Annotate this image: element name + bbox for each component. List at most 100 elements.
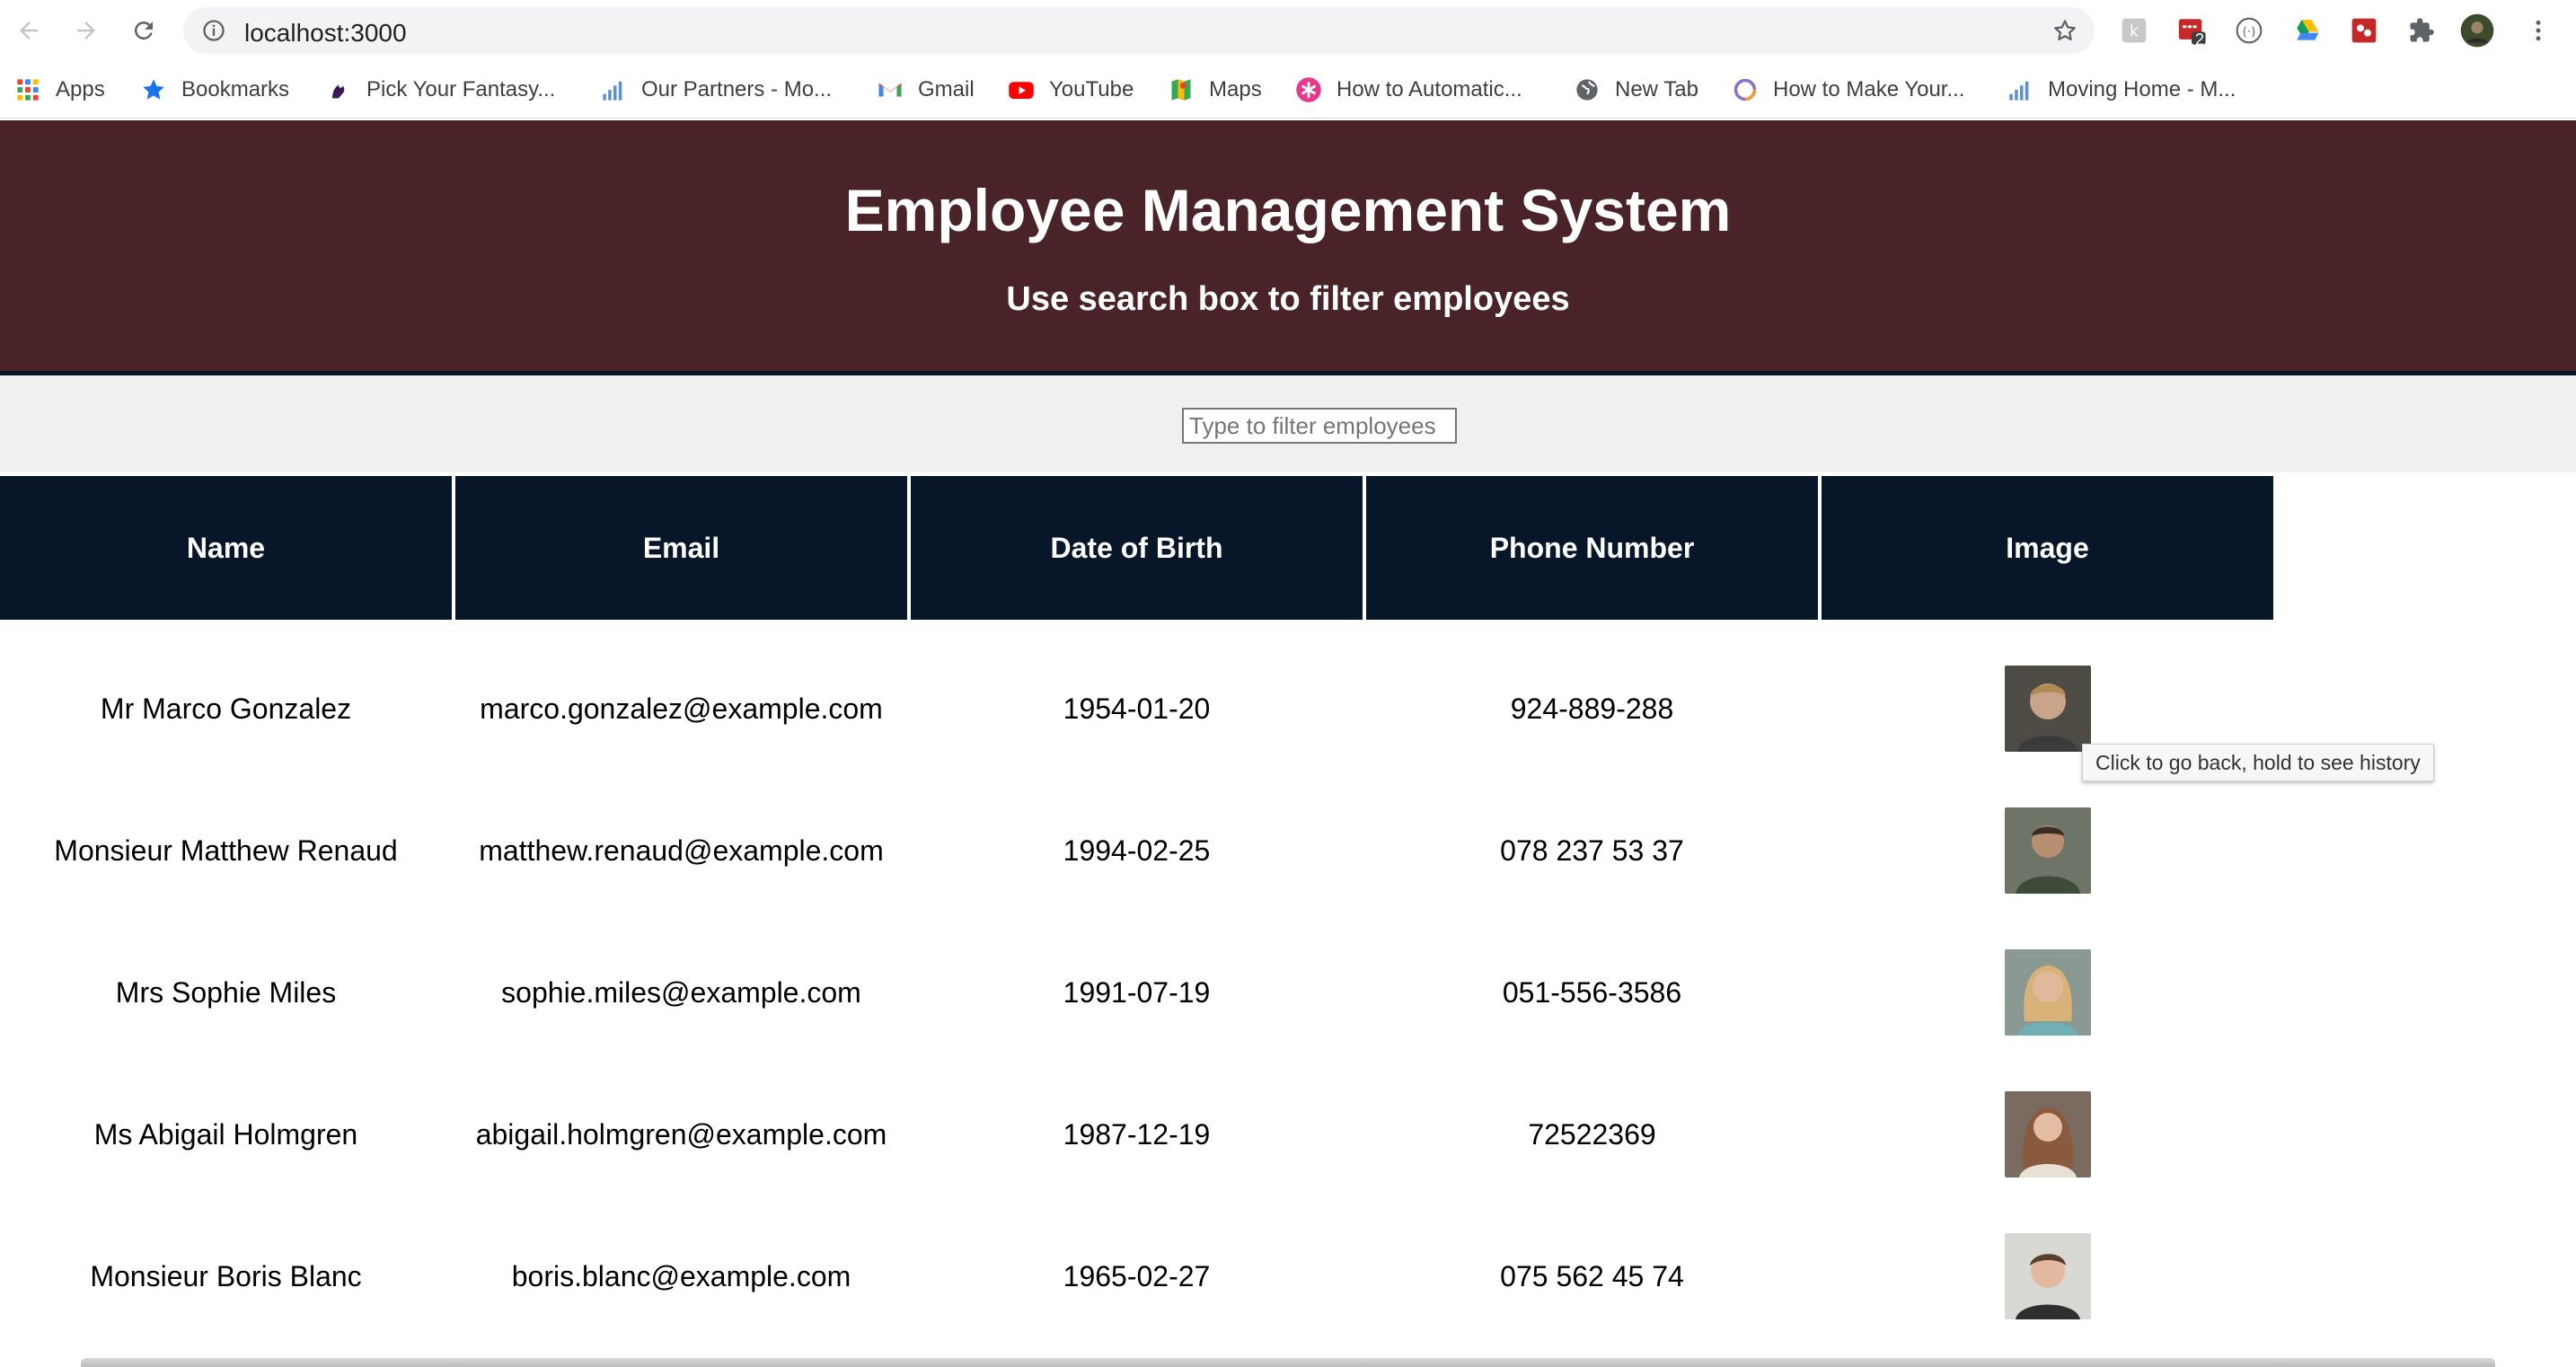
employee-image-cell	[1822, 1205, 2273, 1347]
filter-input[interactable]	[1182, 408, 1457, 444]
bookmark-label: New Tab	[1615, 77, 1698, 101]
bookmark-apps[interactable]: Apps	[14, 72, 105, 108]
employee-avatar	[2004, 666, 2091, 752]
employee-name: Ms Abigail Holmgren	[93, 1117, 358, 1151]
bookmark-star-icon[interactable]	[2051, 17, 2078, 49]
employee-email: matthew.renaud@example.com	[479, 833, 884, 867]
employee-email: marco.gonzalez@example.com	[480, 692, 883, 725]
bookmark-partners[interactable]: Our Partners - Mo...	[600, 72, 832, 108]
bookmark-label: Maps	[1209, 77, 1262, 101]
apps-grid-icon	[14, 76, 41, 103]
column-header-dob[interactable]: Date of Birth	[911, 476, 1363, 620]
browser-menu-icon[interactable]	[2520, 13, 2556, 49]
bookmark-maps[interactable]: Maps	[1168, 72, 1262, 108]
employee-phone: 051-556-3586	[1502, 975, 1682, 1009]
address-bar[interactable]: localhost:3000	[183, 7, 2095, 54]
employee-dob: 1987-12-19	[1063, 1117, 1211, 1151]
column-header-email[interactable]: Email	[455, 476, 907, 620]
employee-dob: 1954-01-20	[1063, 692, 1211, 725]
browser-toolbar: localhost:3000 k 2 (·)	[0, 0, 2576, 61]
table-row: Monsieur Boris Blanc boris.blanc@example…	[0, 1205, 2273, 1347]
info-icon[interactable]	[201, 18, 226, 48]
employee-image-cell	[1822, 922, 2273, 1063]
arrow-right-icon	[77, 22, 95, 40]
table-row: Ms Abigail Holmgren abigail.holmgren@exa…	[0, 1063, 2273, 1205]
employee-dob: 1994-02-25	[1063, 833, 1211, 867]
extension-red-icon[interactable]: 2	[2174, 13, 2210, 49]
page-title: Employee Management System	[844, 177, 1732, 243]
table-row: Mr Marco Gonzalez marco.gonzalez@example…	[0, 620, 2273, 780]
star-icon	[140, 76, 167, 103]
employee-phone: 078 237 53 37	[1500, 833, 1684, 867]
back-button[interactable]	[11, 13, 47, 49]
employee-image-cell	[1822, 1063, 2273, 1205]
youtube-icon	[1008, 76, 1035, 103]
bookmark-label: How to Automatic...	[1337, 77, 1522, 101]
window-edge	[81, 1358, 2495, 1367]
back-button-tooltip: Click to go back, hold to see history	[2082, 744, 2434, 781]
bookmark-bookmarks[interactable]: Bookmarks	[140, 72, 289, 108]
extension-puzzle-red-icon[interactable]	[2346, 13, 2382, 49]
column-header-phone[interactable]: Phone Number	[1366, 476, 1818, 620]
employee-dob: 1965-02-27	[1063, 1259, 1211, 1292]
bookmark-label: Our Partners - Mo...	[641, 77, 833, 101]
bookmark-new-tab[interactable]: New Tab	[1574, 72, 1698, 108]
reload-button[interactable]	[126, 13, 162, 49]
extensions-puzzle-icon[interactable]	[2404, 13, 2439, 49]
arrow-left-icon	[20, 22, 38, 40]
bookmarks-bar: Apps Bookmarks Pick Your Fantasy... Our …	[0, 61, 2576, 119]
bookmark-fantasy[interactable]: Pick Your Fantasy...	[325, 72, 555, 108]
column-header-image: Image	[1822, 476, 2273, 620]
premier-league-icon	[325, 76, 352, 103]
bookmark-youtube[interactable]: YouTube	[1008, 72, 1134, 108]
employee-name: Monsieur Boris Blanc	[90, 1259, 362, 1292]
maps-icon	[1168, 76, 1195, 103]
globe-icon	[1574, 76, 1601, 103]
employee-email: abigail.holmgren@example.com	[475, 1117, 887, 1151]
extension-brackets-icon[interactable]: (·)	[2231, 13, 2267, 49]
svg-text:(·): (·)	[2243, 25, 2256, 39]
bookmark-label: Moving Home - M...	[2048, 77, 2236, 101]
table-row: Mrs Sophie Miles sophie.miles@example.co…	[0, 922, 2273, 1063]
profile-avatar[interactable]	[2459, 13, 2495, 49]
employee-name: Monsieur Matthew Renaud	[54, 833, 398, 867]
bookmark-label: Apps	[56, 77, 105, 101]
employee-phone: 72522369	[1528, 1117, 1656, 1151]
employee-phone: 924-889-288	[1510, 692, 1674, 725]
bookmark-label: Bookmarks	[181, 77, 290, 101]
asterisk-icon	[1295, 76, 1322, 103]
employee-image-cell	[1822, 780, 2273, 922]
page-subtitle: Use search box to filter employees	[1006, 280, 1570, 318]
bookmark-label: Gmail	[918, 77, 975, 101]
bookmark-label: How to Make Your...	[1773, 77, 1965, 101]
employee-email: sophie.miles@example.com	[501, 975, 861, 1009]
url-text: localhost:3000	[244, 19, 407, 47]
extension-k-icon[interactable]: k	[2116, 13, 2152, 49]
employee-avatar	[2004, 807, 2091, 894]
employee-avatar	[2004, 949, 2091, 1036]
table-header-row: Name Email Date of Birth Phone Number Im…	[0, 476, 2273, 620]
bookmark-moving-home[interactable]: Moving Home - M...	[2007, 72, 2236, 108]
ring-icon	[1732, 76, 1759, 103]
employee-email: boris.blanc@example.com	[511, 1259, 851, 1292]
employee-dob: 1991-07-19	[1063, 975, 1211, 1009]
employee-avatar	[2004, 1091, 2091, 1177]
filter-bar	[0, 375, 2576, 472]
bar-chart-icon	[2007, 76, 2033, 103]
employee-name: Mrs Sophie Miles	[115, 975, 337, 1009]
forward-button[interactable]	[68, 13, 104, 49]
bookmark-automatic[interactable]: How to Automatic...	[1295, 72, 1522, 108]
bookmark-gmail[interactable]: Gmail	[877, 72, 975, 108]
gmail-icon	[877, 76, 904, 103]
extension-badge: 2	[2195, 31, 2205, 49]
bookmark-make-your[interactable]: How to Make Your...	[1732, 72, 1964, 108]
app-header: Employee Management System Use search bo…	[0, 120, 2576, 375]
bar-chart-icon	[600, 76, 627, 103]
reload-icon	[134, 21, 153, 40]
column-header-name[interactable]: Name	[0, 476, 452, 620]
google-drive-icon[interactable]	[2289, 13, 2325, 49]
table-row: Monsieur Matthew Renaud matthew.renaud@e…	[0, 780, 2273, 922]
employee-name: Mr Marco Gonzalez	[100, 692, 352, 725]
bookmark-label: Pick Your Fantasy...	[366, 77, 556, 101]
employee-table: Name Email Date of Birth Phone Number Im…	[0, 476, 2277, 1347]
